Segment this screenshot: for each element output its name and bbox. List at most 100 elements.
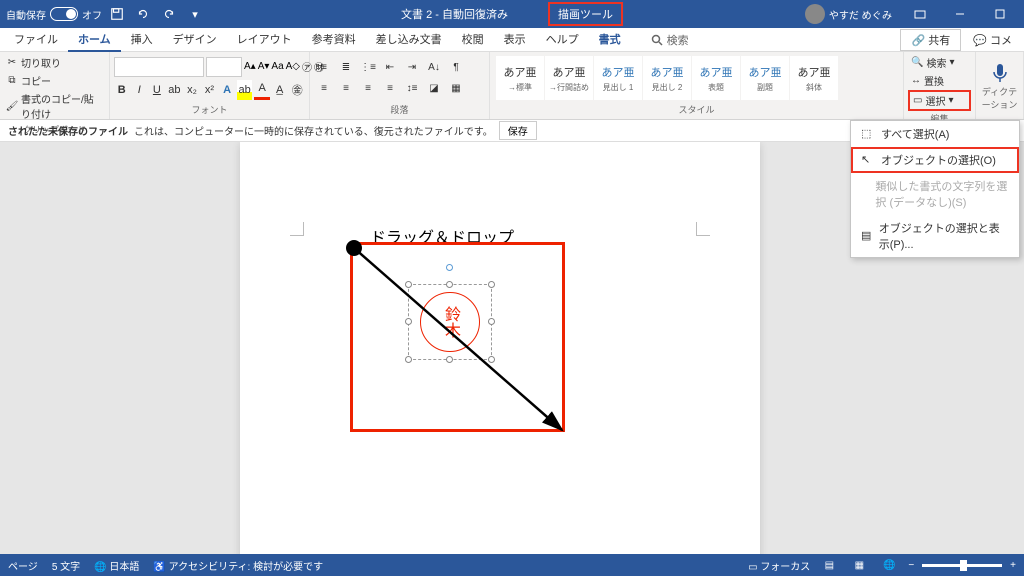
style-item[interactable]: あア亜見出し 2 xyxy=(643,56,691,100)
comments-button[interactable]: 💬 コメ xyxy=(965,30,1020,50)
cursor-icon: ↖ xyxy=(861,153,875,167)
justify-button[interactable]: ≡ xyxy=(380,79,400,99)
status-bar: ページ 5 文字 🌐 日本語 ♿ アクセシビリティ: 検討が必要です ▭ フォー… xyxy=(0,554,1024,576)
qat-customize-icon[interactable]: ▾ xyxy=(184,3,206,25)
avatar-icon xyxy=(805,4,825,24)
group-clipboard: ✂切り取り ⧉コピー 🖌書式のコピー/貼り付け クリップボード xyxy=(0,52,110,119)
status-words[interactable]: 5 文字 xyxy=(52,558,80,573)
tab-file[interactable]: ファイル xyxy=(4,28,68,52)
minimize-icon[interactable] xyxy=(942,0,978,28)
align-left-button[interactable]: ≡ xyxy=(314,79,334,99)
tab-format[interactable]: 書式 xyxy=(589,28,631,52)
highlight-button[interactable]: ab xyxy=(237,80,253,100)
replace-button[interactable]: ↔置換 xyxy=(908,72,971,89)
tab-design[interactable]: デザイン xyxy=(163,28,227,52)
change-case-button[interactable]: Aa xyxy=(271,57,283,77)
style-item[interactable]: あア亜副題 xyxy=(741,56,789,100)
pane-icon: ▤ xyxy=(861,229,873,243)
italic-button[interactable]: I xyxy=(132,80,148,100)
text-effects-button[interactable]: A xyxy=(219,80,235,100)
style-item[interactable]: あア亜表題 xyxy=(692,56,740,100)
read-mode-icon[interactable]: ▤ xyxy=(818,556,840,574)
decrease-indent-button[interactable]: ⇤ xyxy=(380,58,400,78)
tab-insert[interactable]: 挿入 xyxy=(121,28,163,52)
tab-layout[interactable]: レイアウト xyxy=(227,28,302,52)
find-button[interactable]: 🔍検索 ▾ xyxy=(908,54,971,71)
cursor-icon: ▭ xyxy=(913,95,922,106)
char-border-button[interactable]: A̲ xyxy=(272,80,288,100)
tab-review[interactable]: 校閲 xyxy=(452,28,494,52)
maximize-icon[interactable] xyxy=(982,0,1018,28)
page: ドラッグ＆ドロップ 鈴木 xyxy=(240,142,760,554)
multilevel-button[interactable]: ⋮≡ xyxy=(358,58,378,78)
infobar-message: これは、コンピューターに一時的に保存されている、復元されたファイルです。 xyxy=(134,123,493,138)
infobar-save-button[interactable]: 保存 xyxy=(499,121,537,140)
tab-view[interactable]: 表示 xyxy=(494,28,536,52)
tab-help[interactable]: ヘルプ xyxy=(536,28,589,52)
autosave-toggle[interactable]: 自動保存 オフ xyxy=(6,7,102,22)
contextual-tab-drawing-tools[interactable]: 描画ツール xyxy=(548,2,623,26)
char-shading-button[interactable]: ㊎ xyxy=(289,80,305,100)
user-account[interactable]: やすだ めぐみ xyxy=(799,4,898,24)
group-label: 段落 xyxy=(314,102,485,117)
tab-home[interactable]: ホーム xyxy=(68,28,121,52)
replace-icon: ↔ xyxy=(911,75,921,86)
format-painter-button[interactable]: 🖌書式のコピー/貼り付け xyxy=(4,90,105,122)
focus-mode-button[interactable]: ▭ フォーカス xyxy=(748,558,810,573)
status-page[interactable]: ページ xyxy=(8,558,38,573)
document-title: 文書 2 - 自動回復済み xyxy=(401,6,508,22)
menu-select-similar: 類似した書式の文字列を選択 (データなし)(S) xyxy=(851,173,1019,215)
print-layout-icon[interactable]: ▦ xyxy=(848,556,870,574)
superscript-button[interactable]: x² xyxy=(202,80,218,100)
strikethrough-button[interactable]: ab xyxy=(167,80,183,100)
menu-selection-pane[interactable]: ▤オブジェクトの選択と表示(P)... xyxy=(851,215,1019,257)
web-layout-icon[interactable]: 🌐 xyxy=(878,556,900,574)
bold-button[interactable]: B xyxy=(114,80,130,100)
borders-button[interactable]: ▦ xyxy=(446,79,466,99)
tab-references[interactable]: 参考資料 xyxy=(302,28,366,52)
copy-button[interactable]: ⧉コピー xyxy=(4,72,105,89)
zoom-slider[interactable] xyxy=(922,564,1002,567)
sort-button[interactable]: A↓ xyxy=(424,58,444,78)
dictate-icon[interactable] xyxy=(988,60,1012,84)
select-button[interactable]: ▭選択 ▾ xyxy=(908,90,971,111)
tab-mailings[interactable]: 差し込み文書 xyxy=(366,28,452,52)
style-item[interactable]: あア亜斜体 xyxy=(790,56,838,100)
increase-indent-button[interactable]: ⇥ xyxy=(402,58,422,78)
menu-select-objects[interactable]: ↖オブジェクトの選択(O) xyxy=(851,147,1019,173)
group-editing: 🔍検索 ▾ ↔置換 ▭選択 ▾ 編集 xyxy=(904,52,976,119)
share-button[interactable]: 🔗 共有 xyxy=(900,29,961,51)
subscript-button[interactable]: x₂ xyxy=(184,80,200,100)
font-color-button[interactable]: A xyxy=(254,80,270,100)
search-box[interactable]: 検索 xyxy=(651,32,689,48)
shrink-font-button[interactable]: A▾ xyxy=(258,57,270,77)
menu-select-all[interactable]: ⬚すべて選択(A) xyxy=(851,121,1019,147)
grow-font-button[interactable]: A▴ xyxy=(244,57,256,77)
style-item[interactable]: あア亜→行間詰め xyxy=(545,56,593,100)
ribbon-options-icon[interactable] xyxy=(902,0,938,28)
cut-button[interactable]: ✂切り取り xyxy=(4,54,105,71)
group-label: ディクテーション xyxy=(980,84,1019,112)
margin-corner-icon xyxy=(696,222,710,236)
style-item[interactable]: あア亜→標準 xyxy=(496,56,544,100)
bullets-button[interactable]: ≡ xyxy=(314,58,334,78)
redo-icon[interactable] xyxy=(158,3,180,25)
save-icon[interactable] xyxy=(106,3,128,25)
style-item[interactable]: あア亜見出し 1 xyxy=(594,56,642,100)
font-size-input[interactable] xyxy=(206,57,242,77)
show-marks-button[interactable]: ¶ xyxy=(446,58,466,78)
numbering-button[interactable]: ≣ xyxy=(336,58,356,78)
align-center-button[interactable]: ≡ xyxy=(336,79,356,99)
status-language[interactable]: 🌐 日本語 xyxy=(94,558,139,573)
brush-icon: 🖌 xyxy=(6,100,18,112)
clear-format-button[interactable]: A◇ xyxy=(286,57,300,77)
align-right-button[interactable]: ≡ xyxy=(358,79,378,99)
underline-button[interactable]: U xyxy=(149,80,165,100)
font-name-input[interactable] xyxy=(114,57,204,77)
line-spacing-button[interactable]: ↕≡ xyxy=(402,79,422,99)
status-accessibility[interactable]: ♿ アクセシビリティ: 検討が必要です xyxy=(153,558,323,573)
zoom-in-button[interactable]: + xyxy=(1010,560,1016,571)
undo-icon[interactable] xyxy=(132,3,154,25)
shading-button[interactable]: ◪ xyxy=(424,79,444,99)
zoom-out-button[interactable]: − xyxy=(908,560,914,571)
